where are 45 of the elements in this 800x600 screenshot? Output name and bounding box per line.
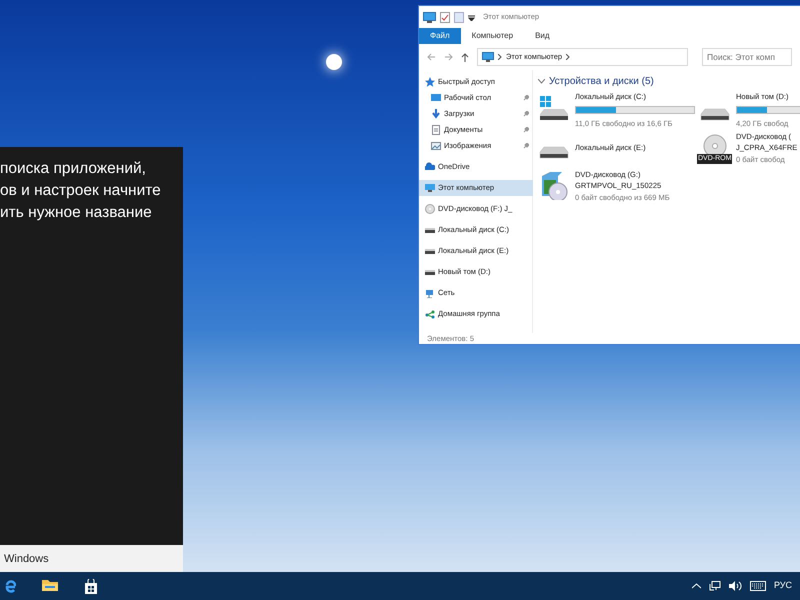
pin-icon — [523, 95, 529, 101]
hint-text-line: поиска приложений, — [0, 159, 147, 179]
ribbon-tab[interactable]: Файл — [419, 28, 461, 44]
chevron-down-icon — [538, 79, 545, 84]
group-header: Устройства и диски (5) — [549, 75, 654, 89]
computer-icon — [482, 52, 494, 62]
search-field[interactable]: Windows — [0, 545, 183, 572]
dropdown-icon[interactable] — [468, 14, 475, 20]
hint-text-line: ить нужное название — [0, 203, 153, 223]
pin-icon — [523, 127, 529, 133]
drive-icon — [699, 108, 731, 121]
desktop-icon — [431, 93, 441, 103]
shopping-bag-icon[interactable] — [84, 578, 98, 594]
homegroup-icon — [425, 309, 435, 319]
download-arrow-icon — [431, 109, 441, 119]
pin-icon — [523, 111, 529, 117]
hint-text-line: ов и настроек начните — [0, 181, 162, 201]
speaker-icon[interactable] — [728, 581, 742, 591]
language-indicator[interactable]: РУС — [774, 579, 792, 593]
keyboard-icon[interactable] — [750, 581, 766, 591]
folder-icon[interactable] — [42, 578, 58, 592]
drive-icon — [425, 267, 435, 277]
pin-icon — [523, 143, 529, 149]
properties-icon[interactable] — [440, 12, 450, 22]
ribbon-tab[interactable]: Компьютер — [460, 28, 524, 44]
computer-icon — [425, 183, 435, 193]
cloud-icon — [425, 162, 435, 172]
search-field[interactable]: Поиск: Этот комп — [702, 48, 792, 66]
network-icon — [425, 288, 435, 298]
picture-icon — [431, 141, 441, 151]
drive-icon — [538, 146, 570, 159]
ribbon-tab[interactable]: Вид — [524, 28, 561, 44]
computer-icon[interactable] — [423, 12, 436, 22]
browser-e-logo-icon[interactable] — [4, 579, 16, 593]
chevron-right-icon — [498, 54, 502, 60]
moon-drawing — [326, 54, 342, 70]
star-icon — [425, 77, 435, 87]
drive-icon — [425, 225, 435, 235]
chevron-right-icon — [566, 54, 570, 60]
chevron-up-icon[interactable] — [692, 583, 701, 589]
network-icon[interactable] — [708, 581, 721, 591]
drive-icon — [425, 246, 435, 256]
disc-icon — [425, 204, 435, 214]
document-icon — [431, 125, 441, 135]
up-arrow-icon[interactable] — [461, 52, 469, 62]
